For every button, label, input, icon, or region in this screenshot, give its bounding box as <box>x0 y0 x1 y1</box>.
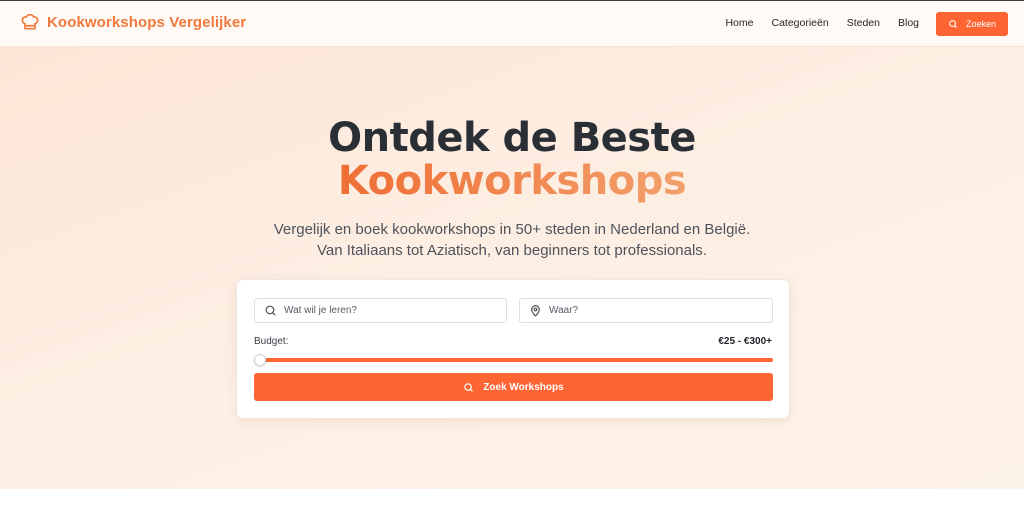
where-field <box>519 298 773 323</box>
nav-link-home[interactable]: Home <box>725 17 753 29</box>
budget-value: €25 - €300+ <box>718 336 772 347</box>
where-input[interactable] <box>549 305 749 316</box>
brand-name: Kookworkshops Vergelijker <box>47 13 247 31</box>
search-workshops-label: Zoek Workshops <box>483 381 564 393</box>
hero-title-line2: Kookworkshops <box>0 158 1024 204</box>
navbar: Kookworkshops Vergelijker Home Categorie… <box>0 1 1024 47</box>
what-input[interactable] <box>284 305 484 316</box>
budget-label: Budget: <box>254 336 289 347</box>
search-icon <box>464 382 474 392</box>
nav-link-steden[interactable]: Steden <box>847 17 880 29</box>
chef-hat-icon <box>21 13 39 30</box>
search-icon <box>265 305 276 316</box>
budget-slider-handle[interactable] <box>254 354 266 366</box>
hero-title-highlight: Kookworkshops <box>337 158 687 204</box>
hero-subtitle: Vergelijk en boek kookworkshops in 50+ s… <box>273 221 751 259</box>
map-pin-icon <box>531 305 540 317</box>
nav-search-button[interactable]: Zoeken <box>936 12 1008 36</box>
what-field <box>254 298 507 323</box>
hero-title-line1: Ontdek de Beste <box>328 115 696 161</box>
brand-logo-link[interactable]: Kookworkshops Vergelijker <box>20 12 246 32</box>
nav-search-label: Zoeken <box>965 19 997 29</box>
search-workshops-button[interactable]: Zoek Workshops <box>254 373 773 401</box>
main-nav: Home Categorieën Steden Blog <box>725 17 919 29</box>
hero-section: Ontdek de Beste Kookworkshops Vergelijk … <box>0 47 1024 489</box>
budget-slider-track[interactable] <box>254 358 773 362</box>
nav-link-blog[interactable]: Blog <box>898 17 919 29</box>
nav-link-categorieen[interactable]: Categorieën <box>771 17 828 29</box>
search-card: Budget: €25 - €300+ Zoek Workshops <box>236 279 790 419</box>
search-icon <box>949 20 957 28</box>
